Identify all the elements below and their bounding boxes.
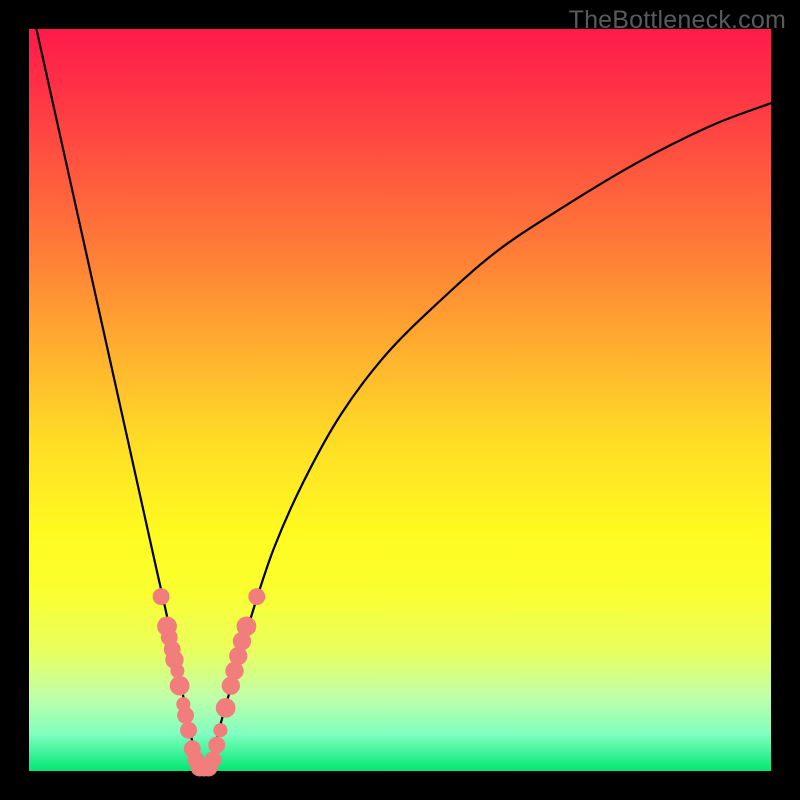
watermark-text: TheBottleneck.com bbox=[569, 6, 786, 35]
marker-layer bbox=[153, 588, 266, 776]
data-point bbox=[170, 664, 184, 678]
data-point bbox=[216, 698, 236, 718]
data-point bbox=[153, 588, 170, 605]
data-point bbox=[248, 588, 265, 605]
data-point bbox=[237, 616, 257, 636]
data-point bbox=[208, 737, 225, 754]
data-point bbox=[180, 722, 197, 739]
curve-layer bbox=[36, 29, 771, 774]
bottleneck-curve bbox=[36, 29, 771, 774]
data-point bbox=[177, 707, 194, 724]
data-point bbox=[170, 676, 190, 696]
chart-frame: TheBottleneck.com bbox=[0, 0, 800, 800]
chart-svg bbox=[29, 29, 771, 771]
data-point bbox=[213, 723, 227, 737]
plot-area bbox=[29, 29, 771, 771]
data-point bbox=[205, 751, 222, 768]
